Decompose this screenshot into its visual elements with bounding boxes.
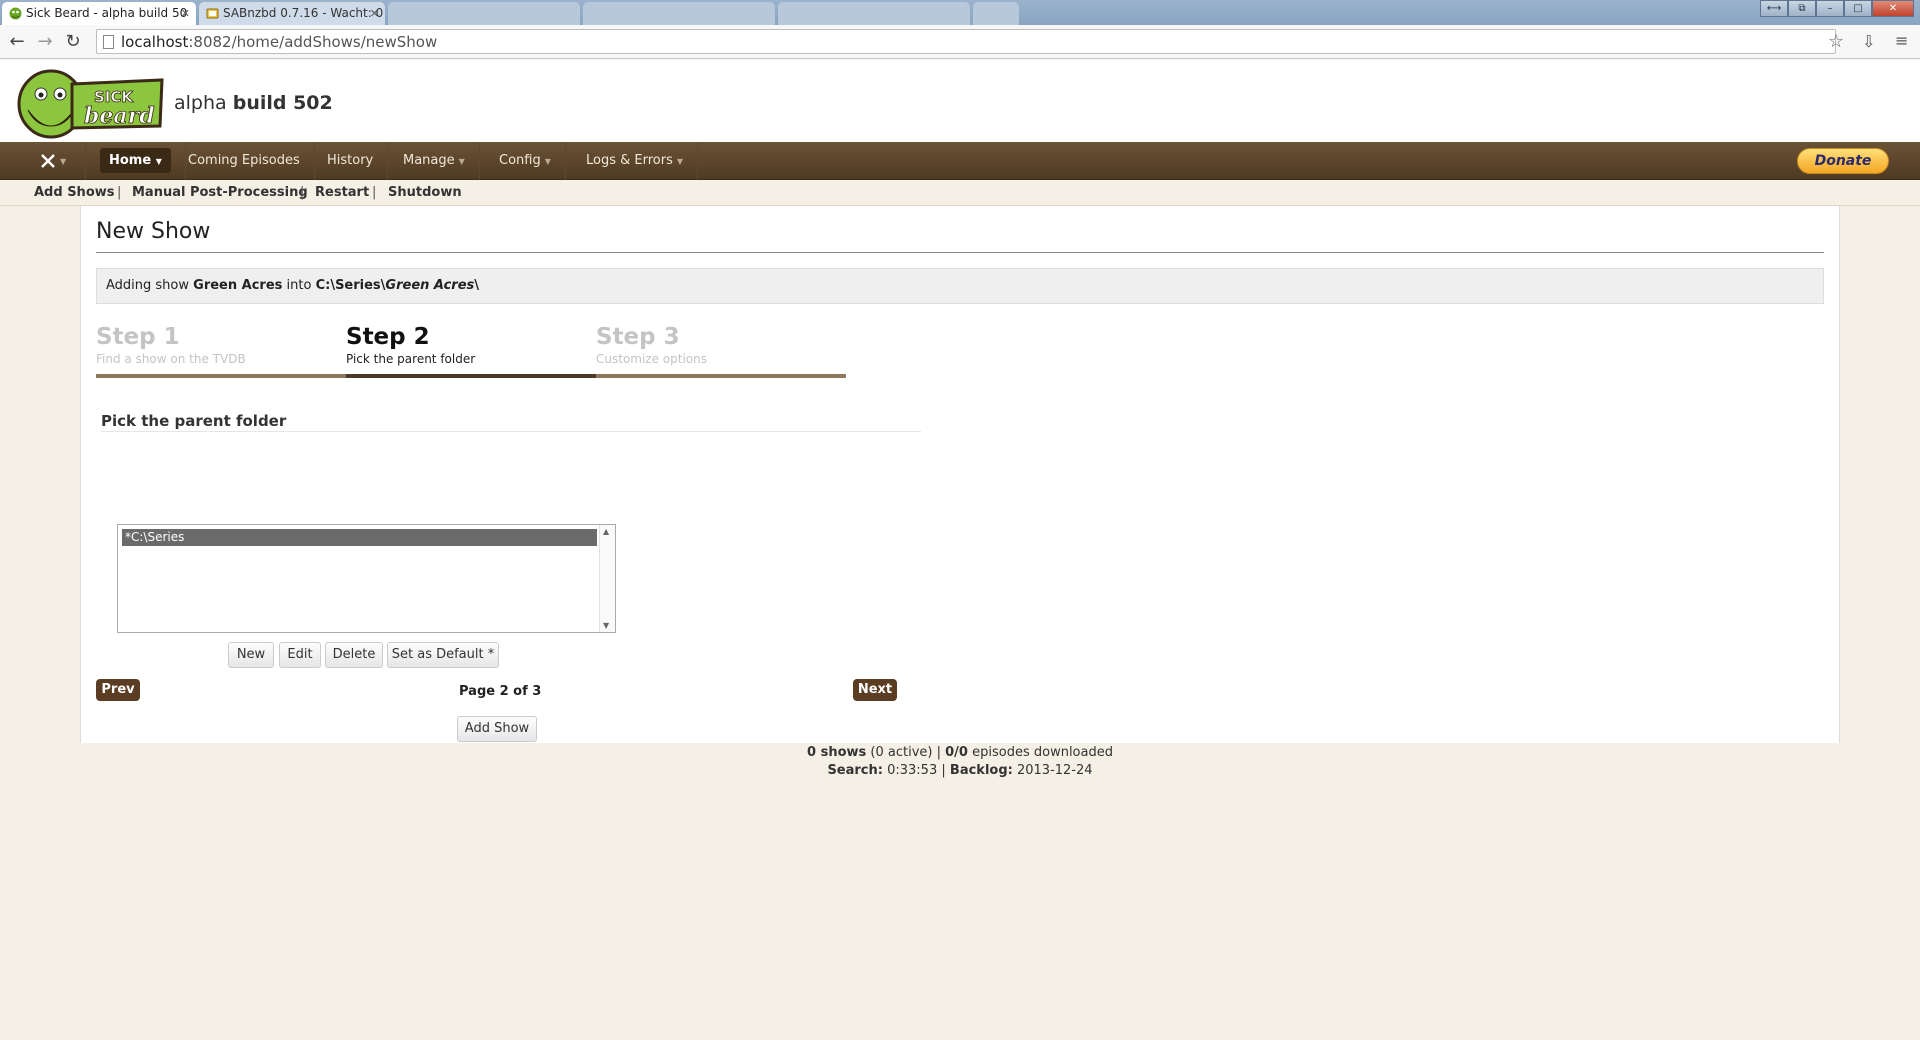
root-dirs-listbox[interactable]: *C:\Series ▲ ▼ [117, 524, 616, 633]
section-title: Pick the parent folder [101, 412, 287, 430]
nav-config[interactable]: Config ▼ [485, 142, 566, 180]
footer-search-backlog: Search: 0:33:53 | Backlog: 2013-12-24 [827, 763, 1093, 778]
restart-link[interactable]: Restart [315, 185, 369, 200]
main-navigation: ▼ Home ▼ Coming Episodes History Manage ▼… [0, 142, 1920, 180]
reload-icon[interactable]: ↻ [62, 31, 84, 53]
separator: | [300, 185, 305, 200]
maximize-icon[interactable]: □ [1844, 0, 1872, 17]
step-2[interactable]: Step 2 Pick the parent folder [346, 324, 596, 366]
page-indicator: Page 2 of 3 [459, 684, 542, 699]
sickbeard-favicon-icon [9, 7, 22, 20]
sub-navigation: Add Shows | Manual Post-Processing | Res… [0, 180, 1920, 206]
footer-stats: 0 shows (0 active) | 0/0 episodes downlo… [807, 745, 1113, 760]
step-3[interactable]: Step 3 Customize options [596, 324, 846, 366]
separator: | [117, 185, 122, 200]
window-close-icon[interactable]: ✕ [1872, 0, 1914, 17]
scroll-up-icon[interactable]: ▲ [603, 527, 609, 536]
footer: 0 shows (0 active) | 0/0 episodes downlo… [0, 744, 1920, 780]
delete-folder-button[interactable]: Delete [325, 642, 383, 668]
browser-tab-blurred-1[interactable] [388, 2, 580, 25]
browser-toolbar: ← → ↻ localhost:8082/home/addShows/newSh… [0, 25, 1920, 59]
chevron-down-icon: ▼ [544, 157, 551, 166]
extension-icon[interactable]: ⇩ [1862, 32, 1875, 51]
set-as-default-button[interactable]: Set as Default * [387, 642, 499, 668]
svg-text:beard: beard [84, 103, 155, 129]
step-title: Step 3 [596, 324, 680, 350]
step-3-progress-bar [596, 374, 846, 378]
page-title: New Show [96, 219, 211, 244]
manual-post-processing-link[interactable]: Manual Post-Processing [132, 185, 308, 200]
nav-home[interactable]: Home ▼ [86, 142, 186, 180]
wrench-screwdriver-icon [41, 153, 55, 168]
step-title: Step 2 [346, 324, 430, 350]
nav-manage[interactable]: Manage ▼ [389, 142, 480, 180]
step-1[interactable]: Step 1 Find a show on the TVDB [96, 324, 346, 366]
add-shows-link[interactable]: Add Shows [34, 185, 115, 200]
browser-tab-blurred-3[interactable] [778, 2, 970, 25]
url-text: localhost:8082/home/addShows/newShow [121, 33, 438, 51]
chevron-down-icon: ▼ [458, 157, 465, 166]
page-body: SICK beard alpha build 502 ▼ Home ▼ Comi… [0, 60, 1920, 1040]
scroll-down-icon[interactable]: ▼ [603, 621, 609, 630]
bookmark-star-icon[interactable]: ☆ [1828, 31, 1844, 52]
next-button[interactable]: Next [853, 679, 897, 701]
nav-coming-episodes[interactable]: Coming Episodes [174, 142, 315, 180]
nav-history[interactable]: History [313, 142, 389, 180]
shutdown-link[interactable]: Shutdown [388, 185, 462, 200]
tools-menu[interactable]: ▼ [26, 142, 86, 180]
step-title: Step 1 [96, 324, 180, 350]
browser-tab-sabnzbd[interactable]: SABnzbd 0.7.16 - Wacht: 0 ✕ [199, 2, 385, 25]
adding-show-info: Adding show Green Acres into C:\Series\G… [96, 268, 1824, 304]
step-description: Find a show on the TVDB [96, 352, 246, 366]
content-panel: New Show Adding show Green Acres into C:… [80, 206, 1840, 743]
nav-logs-errors[interactable]: Logs & Errors ▼ [572, 142, 699, 180]
add-show-button[interactable]: Add Show [457, 716, 537, 742]
prev-button[interactable]: Prev [96, 679, 140, 701]
step-1-progress-bar [96, 374, 346, 378]
browser-tab-title: SABnzbd 0.7.16 - Wacht: 0 [223, 6, 384, 20]
browser-tab-title: Sick Beard - alpha build 50 [26, 6, 188, 20]
window-extra2-icon[interactable]: ⧉ [1788, 0, 1816, 17]
forward-arrow-icon[interactable]: → [34, 31, 56, 53]
close-icon[interactable]: ✕ [181, 2, 190, 25]
title-divider [96, 252, 1824, 253]
separator: | [372, 185, 377, 200]
minimize-icon[interactable]: – [1816, 0, 1844, 17]
back-arrow-icon[interactable]: ← [6, 31, 28, 53]
page-icon [103, 35, 114, 49]
edit-folder-button[interactable]: Edit [279, 642, 321, 668]
build-version: alpha build 502 [174, 92, 333, 114]
new-folder-button[interactable]: New [228, 642, 274, 668]
chevron-down-icon: ▼ [676, 157, 684, 166]
section-divider [101, 431, 921, 432]
step-description: Customize options [596, 352, 707, 366]
sabnzbd-favicon-icon [206, 8, 219, 19]
window-controls: ⟷ ⧉ – □ ✕ [1760, 0, 1914, 17]
browser-tab-blurred-2[interactable] [583, 2, 775, 25]
browser-tab-strip: Sick Beard - alpha build 50 ✕ SABnzbd 0.… [0, 0, 1920, 25]
sickbeard-logo[interactable]: SICK beard [14, 66, 166, 140]
browser-tab-sickbeard[interactable]: Sick Beard - alpha build 50 ✕ [2, 2, 196, 25]
menu-icon[interactable]: ≡ [1895, 31, 1908, 50]
site-header: SICK beard alpha build 502 [0, 60, 1920, 142]
listbox-scrollbar[interactable]: ▲ ▼ [599, 525, 615, 632]
new-tab-button[interactable] [973, 2, 1019, 25]
donate-button[interactable]: Donate [1797, 148, 1889, 174]
address-bar[interactable]: localhost:8082/home/addShows/newShow [96, 29, 1836, 54]
step-2-progress-bar [346, 374, 596, 378]
step-description: Pick the parent folder [346, 352, 476, 366]
close-icon[interactable]: ✕ [370, 2, 379, 25]
root-dir-option[interactable]: *C:\Series [122, 529, 597, 546]
window-extra-icon[interactable]: ⟷ [1760, 0, 1788, 17]
